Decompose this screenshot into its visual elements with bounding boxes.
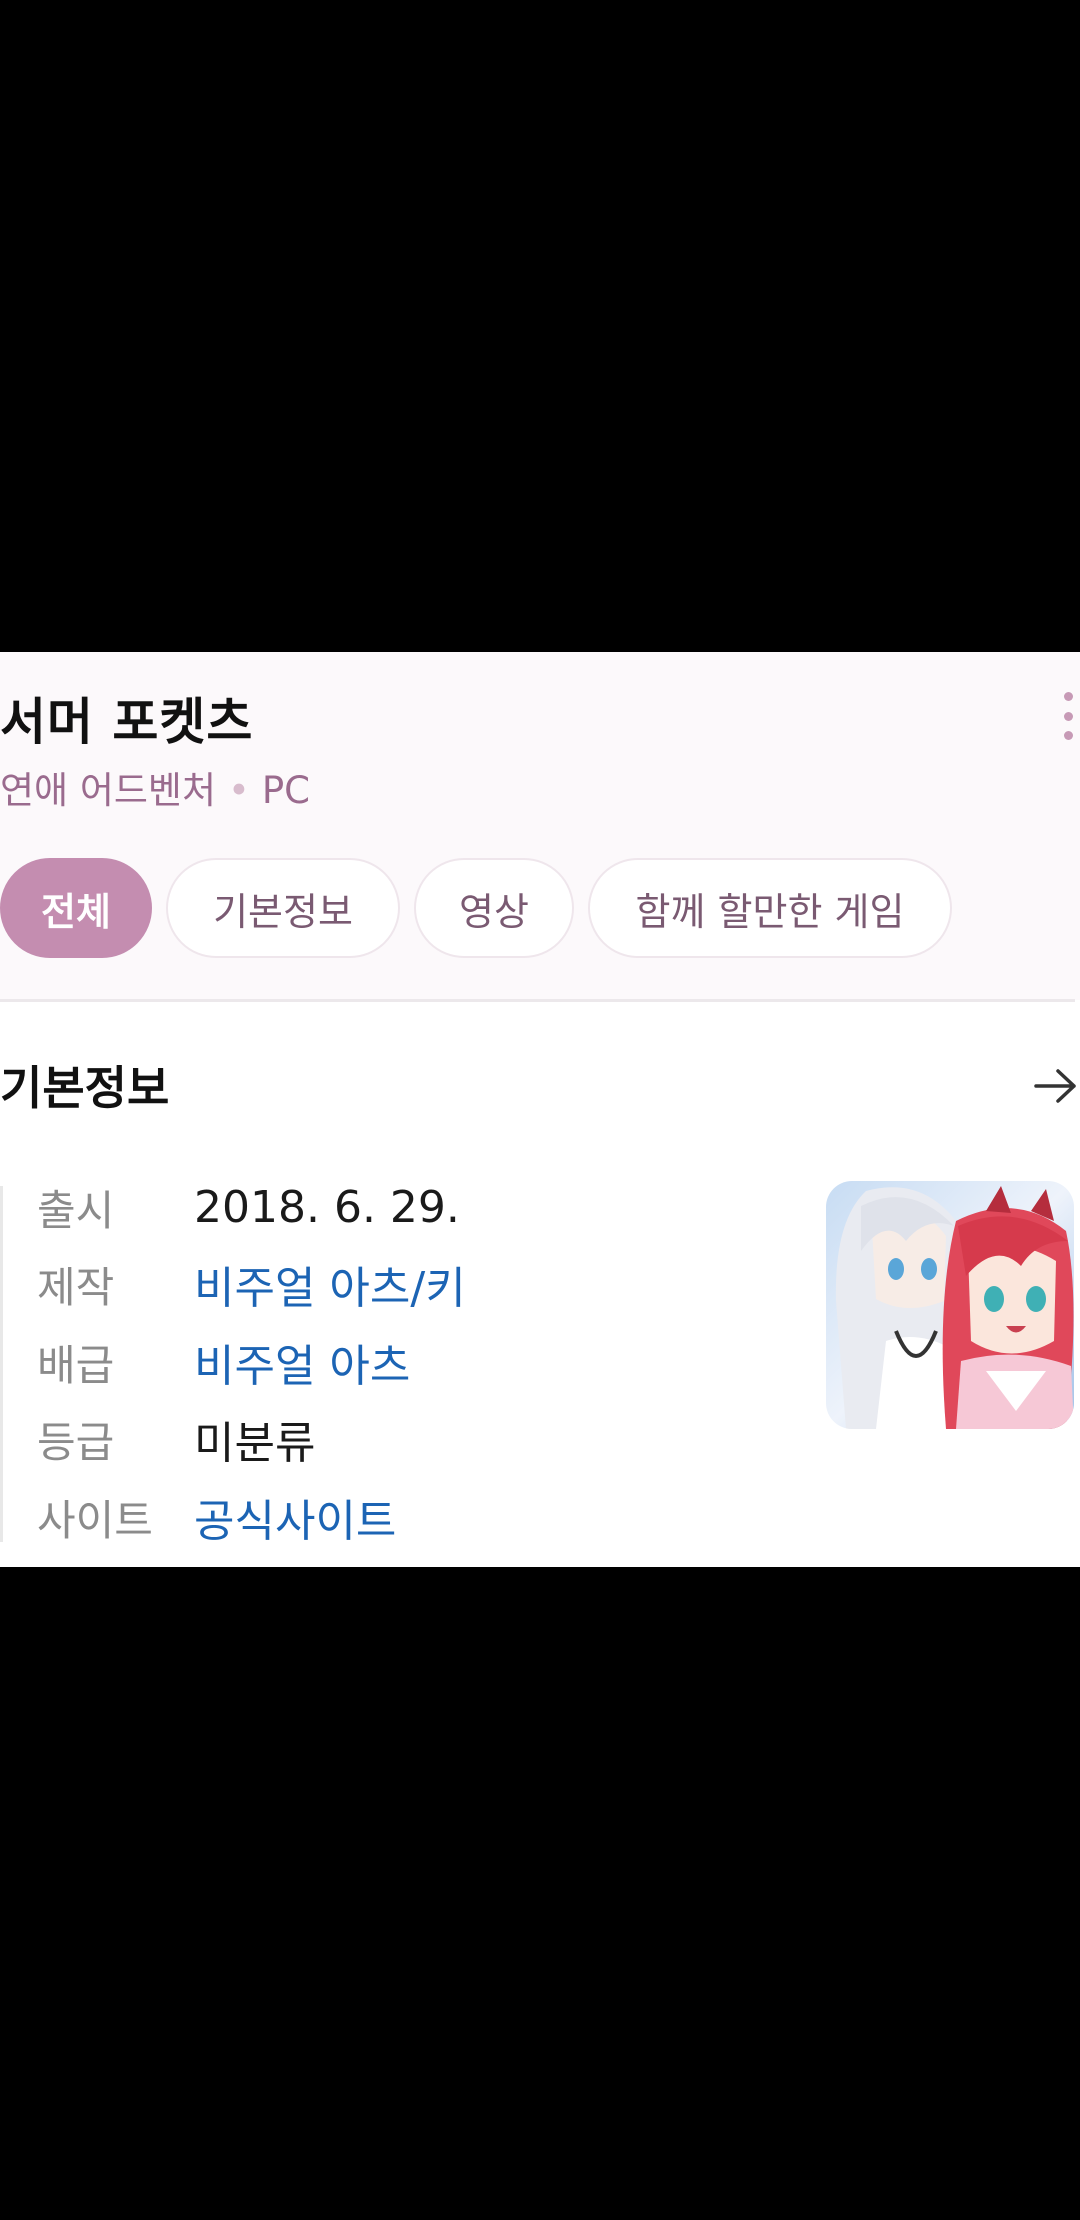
info-row-release: 출시 2018. 6. 29. xyxy=(37,1177,460,1237)
game-info-card: 서머 포켓츠 연애 어드벤처 • PC 전체 기본정보 영상 함께 할만한 게임 기… xyxy=(0,652,1080,1567)
tab-basic-info[interactable]: 기본정보 xyxy=(166,858,400,958)
info-label: 사이트 xyxy=(37,1495,153,1545)
header-area: 서머 포켓츠 연애 어드벤처 • PC 전체 기본정보 영상 함께 할만한 게임 xyxy=(0,652,1080,1000)
separator-dot: • xyxy=(228,769,250,812)
info-label: 제작 xyxy=(37,1262,115,1312)
status-area-black xyxy=(0,0,1080,652)
info-row-developer: 제작 비주얼 아츠/키 xyxy=(37,1252,466,1316)
game-thumbnail[interactable] xyxy=(826,1181,1074,1429)
info-label: 출시 xyxy=(37,1185,115,1235)
tab-video[interactable]: 영상 xyxy=(414,858,574,958)
official-site-link[interactable]: 공식사이트 xyxy=(194,1485,396,1549)
genre-label: 연애 어드벤처 xyxy=(0,769,217,812)
info-row-rating: 등급 미분류 xyxy=(37,1409,316,1470)
publisher-link[interactable]: 비주얼 아츠 xyxy=(194,1330,410,1394)
platform-label: PC xyxy=(261,769,310,812)
tab-all[interactable]: 전체 xyxy=(0,858,152,958)
tab-related-games[interactable]: 함께 할만한 게임 xyxy=(588,858,952,958)
info-left-bar xyxy=(0,1186,3,1542)
info-label: 등급 xyxy=(37,1417,115,1467)
section-title[interactable]: 기본정보 xyxy=(0,1052,169,1118)
info-row-site: 사이트 공식사이트 xyxy=(37,1485,396,1549)
info-value: 미분류 xyxy=(194,1418,316,1469)
game-thumbnail-art xyxy=(826,1181,1074,1429)
more-options-icon[interactable] xyxy=(1056,692,1080,740)
info-label: 배급 xyxy=(37,1340,115,1390)
divider xyxy=(0,999,1075,1002)
info-value: 2018. 6. 29. xyxy=(194,1181,460,1233)
game-subtitle: 연애 어드벤처 • PC xyxy=(0,760,310,814)
developer-link[interactable]: 비주얼 아츠/키 xyxy=(194,1252,466,1316)
arrow-right-icon[interactable] xyxy=(1032,1066,1080,1106)
game-title: 서머 포켓츠 xyxy=(0,693,254,751)
tab-bar: 전체 기본정보 영상 함께 할만한 게임 xyxy=(0,858,952,958)
info-row-publisher: 배급 비주얼 아츠 xyxy=(37,1330,410,1394)
